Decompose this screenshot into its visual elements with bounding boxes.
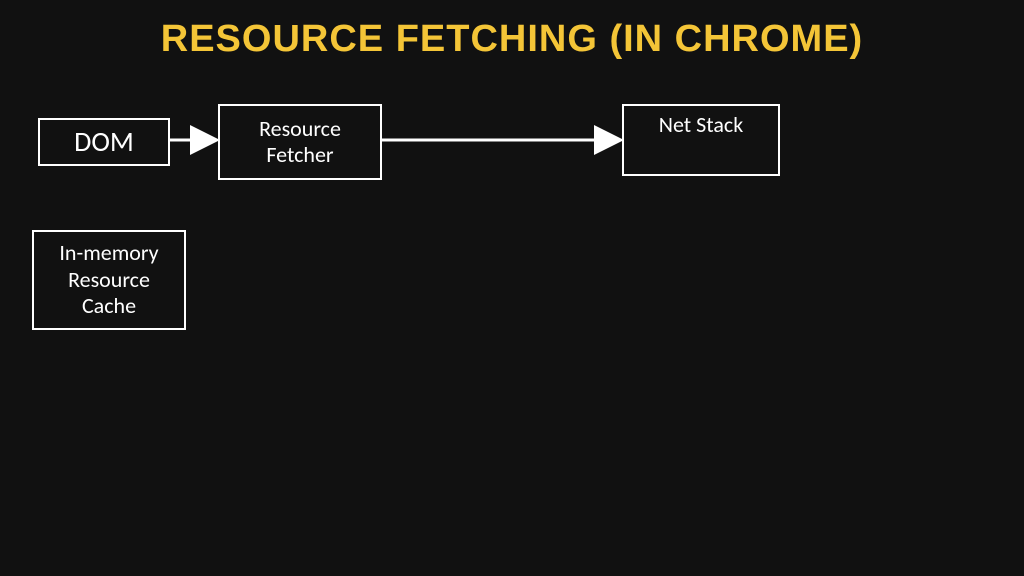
node-net-stack-label: Net Stack	[659, 112, 743, 138]
node-in-memory-cache: In-memoryResourceCache	[32, 230, 186, 330]
node-net-stack: Net Stack	[622, 104, 780, 176]
node-in-memory-cache-label: In-memoryResourceCache	[59, 240, 158, 319]
node-dom: DOM	[38, 118, 170, 166]
node-resource-fetcher-label: ResourceFetcher	[259, 116, 341, 169]
node-resource-fetcher: ResourceFetcher	[218, 104, 382, 180]
slide: RESOURCE FETCHING (IN CHROME) DOM Resour…	[0, 0, 1024, 576]
slide-title: RESOURCE FETCHING (IN CHROME)	[0, 18, 1024, 61]
node-dom-label: DOM	[74, 125, 134, 159]
